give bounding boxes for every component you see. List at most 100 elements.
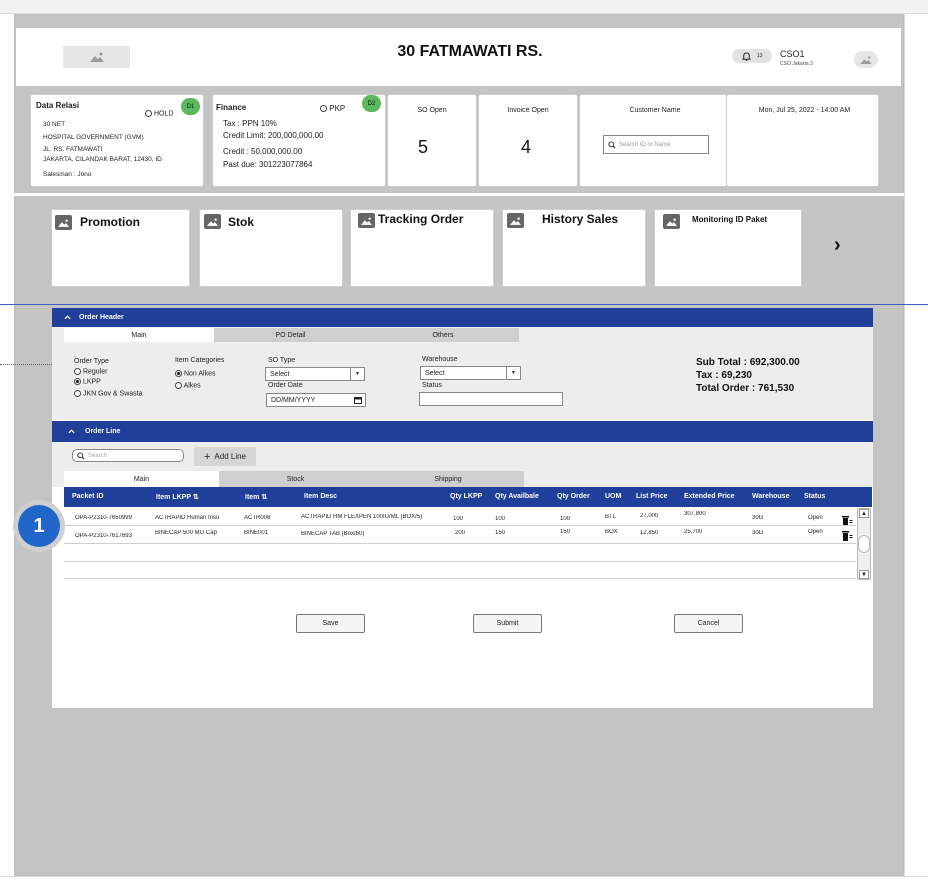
row2-extended-price: 25,700 [684, 529, 703, 535]
col-warehouse[interactable]: Warehouse [752, 493, 789, 500]
col-item-desc[interactable]: Item Desc [304, 493, 337, 500]
line-tab-shipping[interactable]: Shipping [372, 471, 524, 487]
row1-qty-order: 100 [560, 516, 571, 522]
status-field[interactable] [419, 392, 563, 406]
line-tab-stock[interactable]: Stock [219, 471, 372, 487]
warehouse-label: Warehouse [422, 356, 458, 363]
right-margin [904, 14, 928, 894]
non-alkes-radio[interactable] [175, 370, 182, 377]
finance-credit: Credit : 50,000,000.00 [223, 147, 303, 156]
hold-label: HOLD [153, 110, 174, 118]
tab-others[interactable]: Others [367, 328, 519, 342]
invoice-open-value: 4 [520, 137, 531, 157]
row2-uom: BOX [605, 529, 618, 535]
col-qty-order[interactable]: Qty Order [557, 493, 590, 500]
notification-count: 13 [757, 53, 763, 59]
relasi-line-2: HOSPITAL GOVERNMENT (GVM) [43, 134, 144, 141]
pkp-toggle[interactable]: PKP [320, 104, 345, 113]
col-list-price[interactable]: List Price [636, 493, 668, 500]
order-line-search-placeholder: Search [88, 452, 108, 459]
add-line-button[interactable]: + Add Line [194, 447, 256, 466]
col-extended-price[interactable]: Extended Price [684, 493, 735, 500]
order-line-search-input[interactable]: Search [72, 449, 184, 462]
so-open-label: SO Open [417, 107, 447, 114]
col-status[interactable]: Status [804, 493, 825, 500]
so-open-value: 5 [417, 137, 428, 157]
so-type-select[interactable]: Select ▼ [265, 367, 365, 381]
order-header-bar[interactable]: Order Header [52, 308, 873, 327]
lkpp-radio[interactable] [74, 378, 81, 385]
col-qty-available[interactable]: Qty Availbale [495, 493, 539, 500]
finance-past-due: Past due: 301223077864 [223, 160, 313, 169]
promotion-image-icon [55, 215, 72, 230]
row1-packet-id: OPA-P2310-7650999 [75, 515, 132, 521]
customer-name-label: Customer Name [629, 107, 681, 114]
scroll-thumb[interactable] [858, 535, 870, 553]
col-item[interactable]: Item ⇅ [245, 493, 267, 501]
menu-next-chevron-icon[interactable]: › [834, 234, 841, 257]
reguler-radio[interactable] [74, 368, 81, 375]
row1-item-lkpp: ACTRAPID Human Insu [155, 515, 220, 521]
order-date-input[interactable]: DD/MM/YYYY [266, 393, 366, 407]
warehouse-value: Select [425, 369, 445, 377]
menu-promotion-label: Promotion [80, 215, 140, 229]
order-line-title: Order Line [85, 428, 121, 435]
row2-item-desc: BINECAP TAB (Box/60) [301, 531, 365, 537]
warehouse-select[interactable]: Select ▼ [420, 366, 521, 380]
relasi-line-3: JL. RS. FATMAWATI [43, 146, 103, 153]
row1-status: Open [808, 515, 823, 521]
item-category-alkes[interactable]: Alkes [175, 382, 201, 389]
tab-po-detail[interactable]: PO Detail [214, 328, 367, 342]
submit-button[interactable]: Submit [473, 614, 542, 633]
notification-button[interactable]: 13 [732, 49, 772, 63]
customer-search-placeholder: Search ID or Name [619, 141, 671, 148]
line-tab-main[interactable]: Main [64, 471, 219, 487]
jkn-radio[interactable] [74, 390, 81, 397]
annotation-connector [0, 364, 52, 365]
tab-main[interactable]: Main [64, 328, 214, 342]
calendar-icon [351, 394, 365, 406]
d1-badge: D1 [181, 98, 200, 115]
col-uom[interactable]: UOM [605, 493, 621, 500]
scroll-up-icon[interactable]: ▲ [859, 509, 869, 518]
order-date-placeholder: DD/MM/YYYY [271, 396, 316, 404]
order-type-lkpp[interactable]: LKPP [74, 378, 101, 385]
dropdown-arrow-icon: ▼ [350, 368, 364, 380]
order-type-reguler[interactable]: Reguler [74, 368, 107, 375]
col-qty-lkpp[interactable]: Qty LKPP [450, 493, 482, 500]
row2-item-lkpp: BINECAP 500 MG Cap [155, 530, 217, 536]
row1-item: ACTR006 [244, 515, 271, 521]
hold-toggle[interactable]: HOLD [145, 110, 173, 117]
jkn-label: JKN Gov & Swasta [82, 390, 143, 398]
cancel-button[interactable]: Cancel [674, 614, 743, 633]
section-divider [14, 193, 904, 196]
alkes-radio[interactable] [175, 382, 182, 389]
hold-radio[interactable] [145, 110, 152, 117]
order-type-jkn[interactable]: JKN Gov & Swasta [74, 390, 142, 397]
history-sales-image-icon [507, 213, 524, 228]
bottom-margin [0, 876, 928, 894]
col-item-lkpp[interactable]: Item LKPP ⇅ [156, 493, 199, 501]
bell-icon [742, 51, 751, 61]
row1-qty-available: 100 [495, 516, 506, 522]
row2-qty-order: 150 [560, 529, 571, 535]
row-divider [64, 543, 856, 544]
guide-line [0, 304, 928, 305]
avatar[interactable] [854, 51, 878, 68]
non-alkes-label: Non Alkes [183, 370, 216, 378]
top-border [0, 0, 928, 14]
customer-search-input[interactable]: Search ID or Name [603, 135, 709, 154]
row2-list-price: 12,850 [640, 530, 659, 536]
scroll-down-icon[interactable]: ▼ [859, 570, 869, 579]
item-category-non-alkes[interactable]: Non Alkes [175, 370, 215, 377]
save-button[interactable]: Save [296, 614, 365, 633]
item-categories-label: Item Categories [175, 357, 225, 364]
order-line-bar[interactable]: Order Line [52, 421, 873, 442]
logo-placeholder-icon [63, 46, 130, 68]
relasi-line-5: Salesman : Jono [43, 171, 92, 178]
col-packet-id[interactable]: Packet ID [72, 493, 104, 500]
pkp-radio[interactable] [320, 105, 327, 113]
menu-monitoring-label: Monitoring ID Paket [692, 215, 768, 224]
row1-warehouse: 30G [752, 515, 764, 521]
row2-item: BINE001 [244, 530, 269, 536]
